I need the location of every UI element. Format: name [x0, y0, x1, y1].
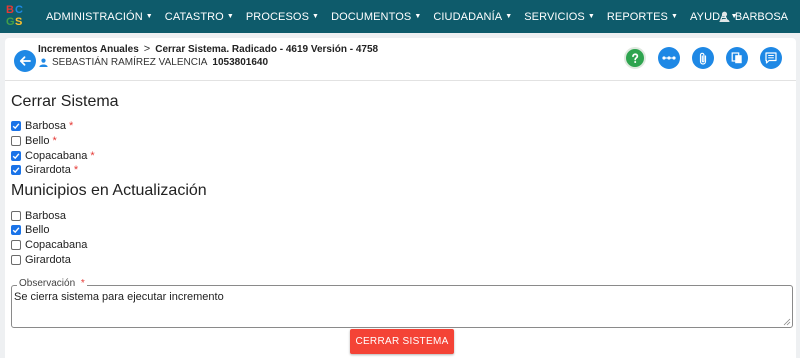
check-icon [12, 227, 20, 234]
checkbox-label: Copacabana [25, 239, 88, 251]
required-asterisk: * [90, 150, 95, 162]
person-info: SEBASTIÁN RAMÍREZ VALENCIA 1053801640 [39, 57, 268, 68]
more-options-button[interactable] [658, 47, 680, 69]
help-icon [632, 53, 639, 63]
nav-item-servicios[interactable]: SERVICIOS ▼ [518, 0, 601, 33]
check-icon [12, 153, 20, 160]
checkbox-checked[interactable] [11, 151, 21, 161]
nav-item-administracion[interactable]: ADMINISTRACIÓN ▼ [40, 0, 159, 33]
nav-item-ciudadania[interactable]: CIUDADANÍA ▼ [427, 0, 518, 33]
nav-menu: ADMINISTRACIÓN ▼ CATASTRO ▼ PROCESOS ▼ DOCU… [40, 0, 744, 33]
breadcrumb: Incrementos Anuales > Cerrar Sistema. Ra… [38, 43, 378, 55]
required-asterisk: * [80, 278, 85, 289]
cerrar-sistema-button[interactable]: CERRAR SISTEMA [350, 329, 454, 354]
observation-textarea[interactable]: Se cierra sistema para ejecutar incremen… [14, 291, 784, 321]
notes-button[interactable] [760, 47, 782, 69]
checkbox-unchecked[interactable] [11, 240, 21, 250]
person-icon [39, 58, 48, 67]
section-title-municipios: Municipios en Actualización [11, 182, 207, 199]
copy-icon [731, 52, 742, 64]
checkbox-checked[interactable] [11, 165, 21, 175]
nav-item-catastro[interactable]: CATASTRO ▼ [159, 0, 240, 33]
required-asterisk: * [73, 164, 79, 176]
required-asterisk: * [52, 135, 57, 147]
notes-icon [765, 52, 777, 64]
nav-item-reportes[interactable]: REPORTES ▼ [601, 0, 684, 33]
check-icon [12, 167, 20, 174]
user-name: BARBOSA [734, 10, 788, 23]
nav-item-documentos[interactable]: DOCUMENTOS ▼ [325, 0, 427, 33]
resize-grip-icon[interactable] [783, 318, 791, 326]
person-document: 1053801640 [212, 57, 269, 68]
user-icon [719, 11, 730, 22]
app-logo[interactable]: B C G S [4, 2, 30, 32]
checkbox-cerrar-bello[interactable]: Bello * [11, 134, 57, 148]
checkbox-label: Girardota [25, 254, 71, 266]
caret-down-icon: ▼ [670, 13, 679, 20]
checkbox-unchecked[interactable] [11, 255, 21, 265]
user-menu[interactable]: BARBOSA [719, 0, 788, 33]
checkbox-label: Bello [25, 224, 50, 236]
checkbox-unchecked[interactable] [11, 211, 21, 221]
checkbox-unchecked[interactable] [11, 136, 21, 146]
checkbox-checked[interactable] [11, 121, 21, 131]
copy-button[interactable] [726, 47, 748, 69]
nav-item-procesos[interactable]: PROCESOS ▼ [240, 0, 325, 33]
checkbox-cerrar-barbosa[interactable]: Barbosa * [11, 119, 73, 133]
person-name: SEBASTIÁN RAMÍREZ VALENCIA [52, 57, 208, 68]
caret-down-icon: ▼ [226, 13, 234, 20]
checkbox-municipio-barbosa[interactable]: Barbosa [11, 209, 66, 223]
top-navbar: B C G S ADMINISTRACIÓN ▼ CATASTRO ▼ PROCES… [0, 0, 800, 33]
caret-down-icon: ▼ [145, 13, 153, 20]
checkbox-label: Barbosa [25, 120, 66, 132]
section-title-cerrar-sistema: Cerrar Sistema [11, 93, 119, 110]
header-divider [5, 80, 796, 81]
checkbox-municipio-girardota[interactable]: Girardota [11, 253, 71, 267]
back-button[interactable] [14, 50, 36, 72]
logo-letter-1: B [6, 3, 14, 16]
caret-down-icon: ▼ [587, 13, 595, 20]
observation-label: Observación * [17, 278, 87, 289]
breadcrumb-separator: > [143, 43, 151, 55]
checkbox-municipio-bello[interactable]: Bello [11, 223, 49, 237]
checkbox-label: Barbosa [25, 210, 66, 222]
main-card: Incrementos Anuales > Cerrar Sistema. Ra… [5, 38, 796, 358]
checkbox-cerrar-girardota[interactable]: Girardota * [11, 163, 78, 177]
checkbox-checked[interactable] [11, 225, 21, 235]
help-button[interactable] [624, 47, 646, 69]
caret-down-icon: ▼ [414, 13, 422, 20]
check-icon [12, 123, 20, 130]
checkbox-label: Copacabana [25, 150, 88, 162]
more-horizontal-icon [662, 56, 676, 60]
checkbox-cerrar-copacabana[interactable]: Copacabana * [11, 149, 95, 163]
required-asterisk: * [68, 120, 74, 132]
checkbox-label: Girardota [25, 164, 71, 176]
logo-letter-2: C [15, 3, 23, 16]
logo-letter-3: G [6, 15, 15, 28]
checkbox-municipio-copacabana[interactable]: Copacabana [11, 238, 87, 252]
logo-letter-4: S [15, 15, 23, 28]
breadcrumb-current: Cerrar Sistema. Radicado - 4619 Versión … [155, 43, 379, 55]
caret-down-icon: ▼ [505, 13, 513, 20]
attach-icon [699, 52, 707, 65]
checkbox-label: Bello [25, 135, 50, 147]
breadcrumb-parent[interactable]: Incrementos Anuales [38, 44, 139, 55]
caret-down-icon: ▼ [312, 13, 320, 20]
back-arrow-icon [19, 56, 31, 66]
attach-button[interactable] [692, 47, 714, 69]
